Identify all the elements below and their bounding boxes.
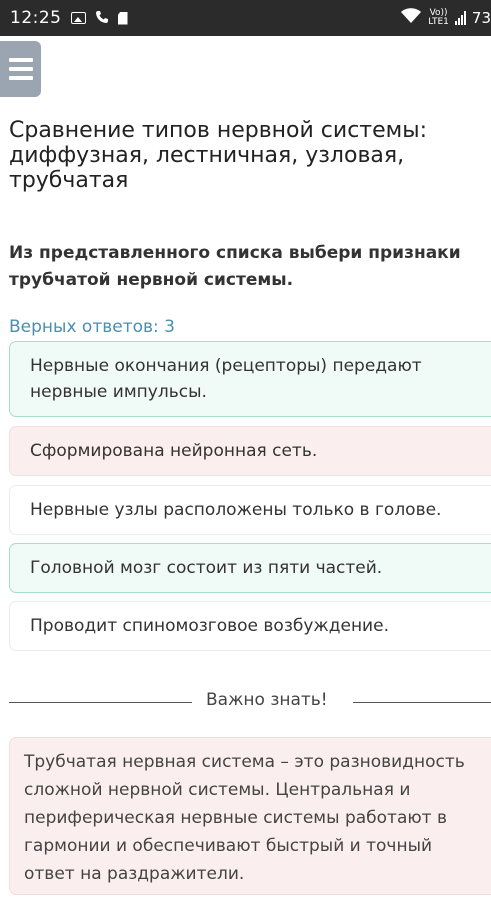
question-text: Из представленного списка выбери признак… [9,240,491,294]
network-type-indicator: Vo)) LTE1 [428,9,449,27]
answer-option-3[interactable]: Нервные узлы расположены только в голове… [9,485,491,535]
hamburger-icon-bar [8,67,33,71]
divider-line-left [9,702,192,703]
clock: 12:25 [10,8,62,28]
lte-label: LTE1 [428,17,449,27]
info-line: гармонии и обеспечивают быстрый и точный [24,836,433,856]
info-line: периферическая нервные системы работают … [24,808,447,828]
correct-answers-count: Верных ответов: 3 [9,317,175,337]
wifi-icon [400,8,422,28]
answer-option-label: Нервные узлы расположены только в голове… [30,500,442,520]
answer-option-5[interactable]: Проводит спиномозговое возбуждение. [9,601,491,651]
signal-icon [454,11,466,25]
answer-option-line: нервные импульсы. [30,382,207,402]
question-line: трубчатой нервной системы. [9,270,294,290]
question-line: Из представленного списка выбери признак… [9,243,461,263]
answer-option-label: Нервные окончания (рецепторы) передают н… [30,353,422,405]
answer-option-1[interactable]: Нервные окончания (рецепторы) передают н… [9,341,491,417]
info-box: Трубчатая нервная система – это разновид… [9,737,491,895]
answer-option-label: Сформирована нейронная сеть. [30,441,318,461]
answer-option-label: Головной мозг состоит из пяти частей. [30,558,383,578]
status-bar: 12:25 Vo)) LTE1 73 [0,0,491,36]
answer-option-4[interactable]: Головной мозг состоит из пяти частей. [9,543,491,593]
status-bar-right: Vo)) LTE1 73 [400,8,491,28]
menu-button[interactable] [0,41,41,97]
hamburger-icon-bar [8,76,33,80]
answer-option-2[interactable]: Сформирована нейронная сеть. [9,426,491,476]
status-bar-left: 12:25 [10,8,128,28]
divider-line-right [353,702,491,703]
sd-card-icon [117,11,128,25]
page-title: Сравнение типов нервной системы: диффузн… [9,118,428,193]
gallery-icon [70,12,86,24]
important-label: Важно знать! [206,690,328,710]
info-line: сложной нервной системы. Центральная и [24,780,411,800]
battery-level: 73 [471,9,491,27]
answer-option-label: Проводит спиномозговое возбуждение. [30,616,389,636]
hamburger-icon-bar [8,58,33,62]
phone-icon [95,9,109,28]
info-line: ответ на раздражители. [24,864,245,884]
info-line: Трубчатая нервная система – это разновид… [24,752,465,772]
answer-option-line: Нервные окончания (рецепторы) передают [30,356,422,376]
